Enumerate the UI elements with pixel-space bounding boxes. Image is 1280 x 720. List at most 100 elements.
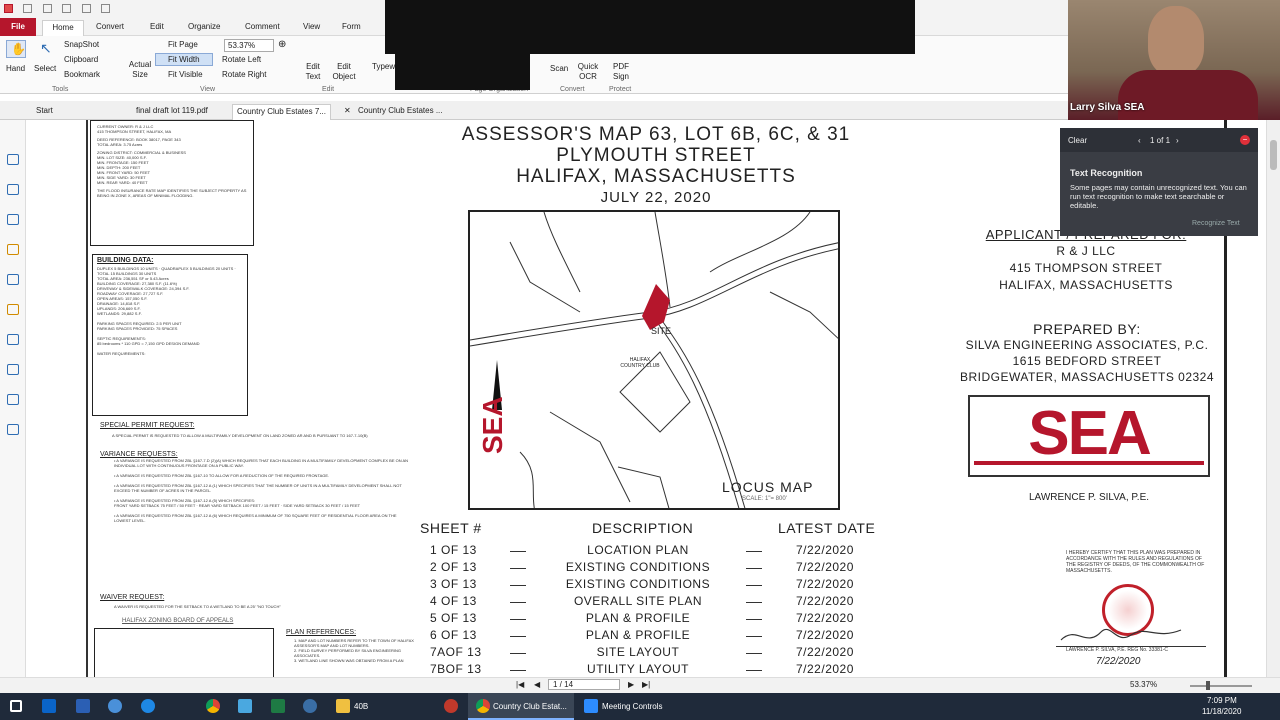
rotate-left-button[interactable]: Rotate Left bbox=[222, 55, 261, 64]
chrome-icon[interactable] bbox=[206, 699, 220, 713]
redo-icon[interactable] bbox=[101, 4, 111, 13]
applicant-city: HALIFAX, MASSACHUSETTS bbox=[999, 278, 1173, 292]
signature-date: 7/22/2020 bbox=[1096, 656, 1141, 667]
zoom-task-label[interactable]: Meeting Controls bbox=[602, 702, 662, 711]
folder-icon[interactable] bbox=[336, 699, 350, 713]
search-app-icon[interactable] bbox=[303, 699, 317, 713]
zoom-slider[interactable] bbox=[1190, 685, 1252, 687]
building-data-box: BUILDING DATA: DUPLEX 5 BUILDINGS 10 UNI… bbox=[92, 254, 248, 416]
menu-convert[interactable]: Convert bbox=[96, 22, 124, 31]
sheet-date: 7/22/2020 bbox=[796, 594, 854, 608]
photos-icon[interactable] bbox=[238, 699, 252, 713]
tab-start[interactable]: Start bbox=[32, 104, 57, 120]
content-icon[interactable] bbox=[7, 424, 19, 435]
undo-icon[interactable] bbox=[81, 4, 91, 13]
snapshot-button[interactable]: SnapShot bbox=[64, 40, 99, 49]
menu-file[interactable]: File bbox=[0, 18, 36, 36]
save-icon[interactable] bbox=[42, 4, 52, 13]
menu-view[interactable]: View bbox=[303, 22, 320, 31]
map-sea-logo: SEA bbox=[477, 396, 508, 454]
vertical-scrollbar[interactable] bbox=[1266, 120, 1280, 677]
tab-country-club-active[interactable]: Country Club Estates 7... bbox=[232, 104, 331, 120]
sea-logo: SEA bbox=[1028, 399, 1151, 468]
description-header: DESCRIPTION bbox=[592, 520, 694, 536]
page-thumbnails-icon[interactable] bbox=[7, 154, 19, 165]
hand-label[interactable]: Hand bbox=[6, 64, 25, 73]
page-number-field[interactable]: 1 / 14 bbox=[548, 679, 620, 690]
prev-icon[interactable]: ‹ bbox=[1138, 136, 1141, 145]
latest-date-header: LATEST DATE bbox=[778, 520, 876, 536]
sheet-number: 2 OF 13 bbox=[430, 560, 477, 574]
foxit-icon[interactable] bbox=[444, 699, 458, 713]
hand-icon[interactable]: ✋ bbox=[6, 40, 26, 58]
actual-size-button[interactable]: Actual Size bbox=[128, 60, 152, 80]
prev-page-icon[interactable]: ◀ bbox=[534, 680, 540, 689]
sheet-dash bbox=[746, 551, 762, 552]
zoom-app-icon[interactable] bbox=[584, 699, 598, 713]
zoom-in-icon[interactable]: ⊕ bbox=[278, 39, 286, 50]
next-page-icon[interactable]: ▶ bbox=[628, 680, 634, 689]
scroll-thumb[interactable] bbox=[1270, 140, 1277, 170]
layers-icon[interactable] bbox=[7, 214, 19, 225]
first-page-icon[interactable]: |◀ bbox=[516, 680, 524, 689]
clipboard-button[interactable]: Clipboard bbox=[64, 55, 98, 64]
menu-organize[interactable]: Organize bbox=[188, 22, 220, 31]
edit-text-button[interactable]: Edit Text bbox=[304, 62, 322, 82]
last-page-icon[interactable]: ▶| bbox=[642, 680, 650, 689]
prepared-by-block: PREPARED BY: SILVA ENGINEERING ASSOCIATE… bbox=[956, 321, 1218, 385]
attachments-icon[interactable] bbox=[7, 274, 19, 285]
print-icon[interactable] bbox=[62, 4, 72, 13]
next-icon[interactable]: › bbox=[1176, 136, 1179, 145]
clear-button[interactable]: Clear bbox=[1068, 136, 1087, 145]
menu-edit[interactable]: Edit bbox=[150, 22, 164, 31]
tab-country-club[interactable]: Country Club Estates ... bbox=[354, 104, 446, 120]
scan-button[interactable]: Scan bbox=[550, 64, 568, 73]
pdf-sign-button[interactable]: PDF Sign bbox=[612, 62, 630, 82]
menu-home[interactable]: Home bbox=[42, 20, 84, 36]
plan-title-block: ASSESSOR'S MAP 63, LOT 6B, 6C, & 31 PLYM… bbox=[406, 124, 906, 208]
zoom-level[interactable]: 53.37% bbox=[1130, 680, 1157, 689]
search-panel-icon[interactable] bbox=[7, 364, 19, 375]
excel-icon[interactable] bbox=[271, 699, 285, 713]
sheet-dash bbox=[510, 585, 526, 586]
signature-icon[interactable] bbox=[7, 334, 19, 345]
sheet-date: 7/22/2020 bbox=[796, 611, 854, 625]
word-icon[interactable] bbox=[76, 699, 90, 713]
bookmarks-icon[interactable] bbox=[7, 184, 19, 195]
network-icon[interactable] bbox=[108, 699, 122, 713]
bookmark-button[interactable]: Bookmark bbox=[64, 70, 100, 79]
plan-title-3: HALIFAX, MASSACHUSETTS bbox=[516, 166, 796, 187]
edge-icon[interactable] bbox=[141, 699, 155, 713]
outlook-icon[interactable] bbox=[42, 699, 56, 713]
folder-label[interactable]: 40B bbox=[354, 702, 368, 711]
close-panel-icon[interactable]: − bbox=[1240, 135, 1250, 145]
open-icon[interactable] bbox=[23, 4, 33, 13]
fit-visible-button[interactable]: Fit Visible bbox=[168, 70, 203, 79]
quick-ocr-button[interactable]: Quick OCR bbox=[577, 62, 599, 82]
select-icon[interactable]: ↖ bbox=[36, 40, 56, 58]
fit-width-button[interactable]: Fit Width bbox=[155, 53, 213, 66]
destinations-icon[interactable] bbox=[7, 394, 19, 405]
zoom-slider-handle[interactable] bbox=[1206, 681, 1210, 690]
clock-date[interactable]: 11/18/2020 bbox=[1202, 707, 1241, 716]
security-icon[interactable] bbox=[7, 304, 19, 315]
sheet-dash bbox=[510, 602, 526, 603]
tab-final-draft[interactable]: final draft lot 119.pdf bbox=[132, 104, 212, 120]
edit-object-button[interactable]: Edit Object bbox=[330, 62, 358, 82]
fit-page-button[interactable]: Fit Page bbox=[168, 40, 198, 49]
typewriter-button[interactable]: Typew bbox=[372, 62, 395, 71]
rotate-right-button[interactable]: Rotate Right bbox=[222, 70, 266, 79]
menu-comment[interactable]: Comment bbox=[245, 22, 280, 31]
close-tab-icon[interactable]: ✕ bbox=[340, 104, 355, 120]
sheet-description: SITE LAYOUT bbox=[596, 645, 680, 659]
clock-time[interactable]: 7:09 PM bbox=[1207, 696, 1237, 705]
zoom-select[interactable]: 53.37% bbox=[224, 39, 274, 52]
comments-icon[interactable] bbox=[7, 244, 19, 255]
owner-box: CURRENT OWNER: R & J LLC 415 THOMPSON ST… bbox=[90, 120, 254, 246]
recognize-text-button[interactable]: Recognize Text bbox=[1192, 220, 1240, 227]
select-label[interactable]: Select bbox=[34, 64, 56, 73]
menu-form[interactable]: Form bbox=[342, 22, 361, 31]
sheet-dash bbox=[746, 568, 762, 569]
windows-start-icon[interactable] bbox=[10, 700, 22, 712]
text-recognition-panel: Clear ‹ 1 of 1 › − Text Recognition Some… bbox=[1060, 128, 1258, 236]
